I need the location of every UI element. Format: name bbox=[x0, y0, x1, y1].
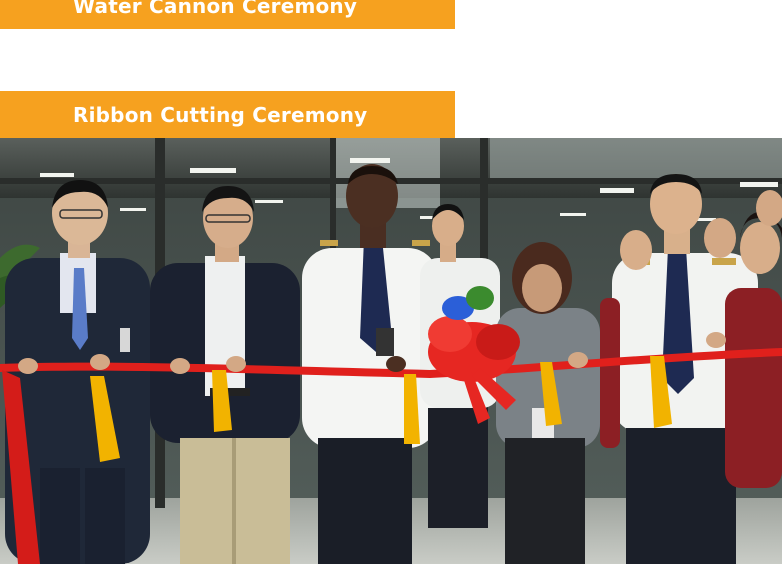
section-heading: Water Cannon Ceremony bbox=[73, 0, 358, 18]
section-heading: Ribbon Cutting Ceremony bbox=[73, 102, 368, 127]
water-cannon-ceremony-banner: Water Cannon Ceremony bbox=[0, 0, 455, 29]
ribbon-cutting-photo bbox=[0, 138, 782, 564]
page: Water Cannon Ceremony Ribbon Cutting Cer… bbox=[0, 0, 782, 564]
ribbon-cutting-ceremony-banner: Ribbon Cutting Ceremony bbox=[0, 91, 455, 138]
